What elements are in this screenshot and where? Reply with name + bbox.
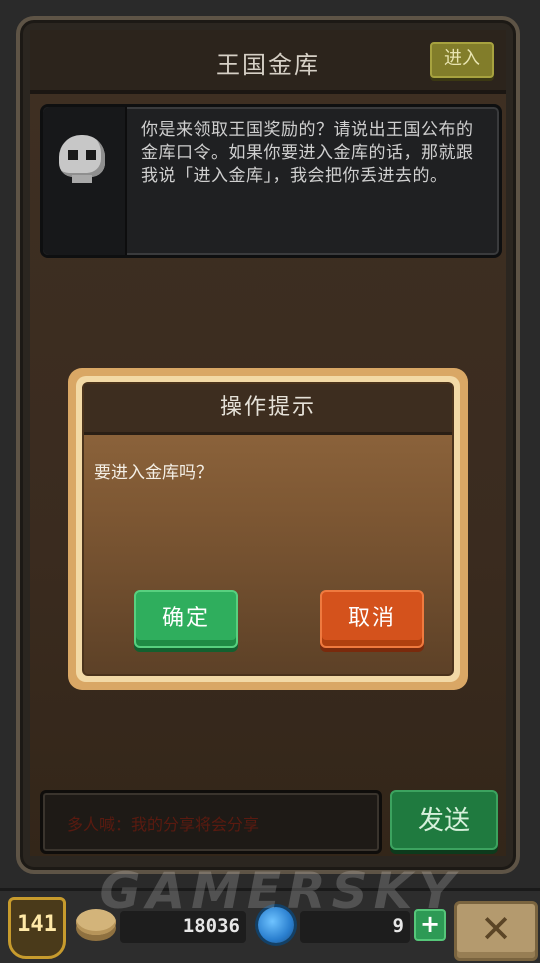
dialog-title: 操作提示: [84, 384, 452, 435]
chat-input[interactable]: 多人喊：我的分享将会分享: [40, 790, 382, 854]
title-bar: 王国金库 进入: [30, 30, 506, 94]
confirm-button[interactable]: 确定: [134, 590, 238, 648]
confirm-dialog: 操作提示 要进入金库吗？ 确定 取消: [68, 368, 468, 690]
dialog-frame: 操作提示 要进入金库吗？ 确定 取消: [76, 376, 460, 682]
npc-portrait: [43, 107, 127, 255]
skull-knight-icon: [59, 135, 105, 183]
cancel-button[interactable]: 取消: [320, 590, 424, 648]
dialog-message: 要进入金库吗？: [94, 463, 213, 483]
level-badge: 141: [8, 897, 66, 959]
send-button[interactable]: 发送: [390, 790, 498, 850]
watermark-logo: GAMERSKY: [99, 862, 461, 920]
chat-placeholder: 多人喊：我的分享将会分享: [67, 815, 260, 834]
npc-message-text: 你是来领取王国奖励的？请说出王国公布的金库口令。如果你要进入金库的话，那就跟我说…: [141, 120, 474, 186]
dialog-body: 操作提示 要进入金库吗？ 确定 取消: [82, 382, 454, 676]
enter-button[interactable]: 进入: [430, 42, 494, 78]
npc-message-box: 你是来领取王国奖励的？请说出王国公布的金库口令。如果你要进入金库的话，那就跟我说…: [40, 104, 502, 258]
